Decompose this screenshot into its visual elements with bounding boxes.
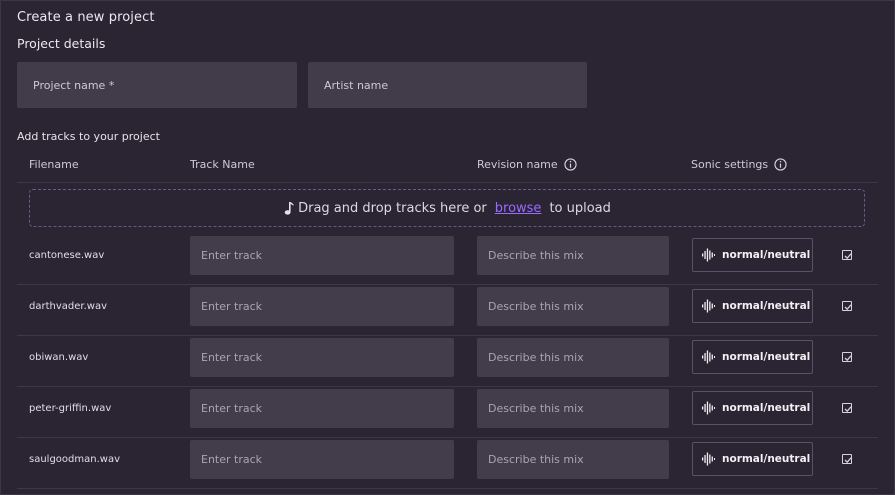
track-row: darthvader.wav Enter track Describe this… xyxy=(17,284,878,336)
artist-name-placeholder: Artist name xyxy=(324,78,389,92)
track-row: saulgoodman.wav Enter track Describe thi… xyxy=(17,437,878,489)
sonic-settings-button[interactable]: normal/neutral xyxy=(692,442,813,476)
track-name-input[interactable]: Enter track xyxy=(190,338,454,377)
sonic-settings-button[interactable]: normal/neutral xyxy=(692,391,813,425)
sonic-settings-button[interactable]: normal/neutral xyxy=(692,289,813,323)
waveform-icon xyxy=(702,299,715,313)
track-name-placeholder: Enter track xyxy=(201,249,263,262)
artist-name-field[interactable]: Artist name xyxy=(308,62,587,108)
browse-link[interactable]: browse xyxy=(495,201,542,216)
track-name-placeholder: Enter track xyxy=(201,402,263,415)
info-icon[interactable] xyxy=(564,158,577,171)
sonic-settings-label: normal/neutral xyxy=(722,453,811,465)
revision-name-placeholder: Describe this mix xyxy=(488,453,584,466)
sonic-settings-label: normal/neutral xyxy=(722,300,811,312)
dropzone-text: Drag and drop tracks here or xyxy=(298,200,487,216)
waveform-icon xyxy=(702,401,715,415)
revision-name-placeholder: Describe this mix xyxy=(488,249,584,262)
waveform-icon xyxy=(702,452,715,466)
track-row: obiwan.wav Enter track Describe this mix… xyxy=(17,335,878,387)
header-filename: Filename xyxy=(29,158,79,171)
revision-name-placeholder: Describe this mix xyxy=(488,402,584,415)
track-filename: darthvader.wav xyxy=(29,301,107,312)
revision-name-input[interactable]: Describe this mix xyxy=(477,287,669,326)
tracks-heading: Add tracks to your project xyxy=(17,130,160,143)
track-name-placeholder: Enter track xyxy=(201,351,263,364)
track-name-input[interactable]: Enter track xyxy=(190,389,454,428)
checkbox-icon[interactable] xyxy=(842,352,852,362)
revision-name-input[interactable]: Describe this mix xyxy=(477,338,669,377)
track-row: cantonese.wav Enter track Describe this … xyxy=(17,233,878,285)
music-note-icon xyxy=(284,201,294,215)
track-name-placeholder: Enter track xyxy=(201,453,263,466)
checkbox-icon[interactable] xyxy=(842,454,852,464)
dropzone-text-after: to upload xyxy=(549,200,611,216)
page-title: Create a new project xyxy=(17,10,155,25)
waveform-icon xyxy=(702,350,715,364)
sonic-settings-label: normal/neutral xyxy=(722,351,811,363)
sonic-settings-button[interactable]: normal/neutral xyxy=(692,238,813,272)
track-name-placeholder: Enter track xyxy=(201,300,263,313)
waveform-icon xyxy=(702,248,715,262)
revision-name-placeholder: Describe this mix xyxy=(488,351,584,364)
track-filename: cantonese.wav xyxy=(29,250,105,261)
track-filename: saulgoodman.wav xyxy=(29,454,120,465)
track-name-input[interactable]: Enter track xyxy=(190,440,454,479)
header-divider xyxy=(17,182,878,183)
checkbox-icon[interactable] xyxy=(842,250,852,260)
track-row: peter-griffin.wav Enter track Describe t… xyxy=(17,386,878,438)
header-sonic-settings: Sonic settings xyxy=(691,158,787,171)
sonic-settings-label: normal/neutral xyxy=(722,249,811,261)
dropzone[interactable]: Drag and drop tracks here or browse to u… xyxy=(29,189,865,227)
checkbox-icon[interactable] xyxy=(842,403,852,413)
checkbox-icon[interactable] xyxy=(842,301,852,311)
track-name-input[interactable]: Enter track xyxy=(190,287,454,326)
revision-name-input[interactable]: Describe this mix xyxy=(477,389,669,428)
revision-name-input[interactable]: Describe this mix xyxy=(477,236,669,275)
header-revision-name: Revision name xyxy=(477,158,577,171)
revision-name-input[interactable]: Describe this mix xyxy=(477,440,669,479)
project-details-heading: Project details xyxy=(17,36,106,51)
project-name-field[interactable]: Project name * xyxy=(17,62,297,108)
info-icon[interactable] xyxy=(774,158,787,171)
header-track-name: Track Name xyxy=(190,158,255,171)
track-filename: obiwan.wav xyxy=(29,352,89,363)
revision-name-placeholder: Describe this mix xyxy=(488,300,584,313)
track-filename: peter-griffin.wav xyxy=(29,403,112,414)
sonic-settings-button[interactable]: normal/neutral xyxy=(692,340,813,374)
sonic-settings-label: normal/neutral xyxy=(722,402,811,414)
project-name-placeholder: Project name * xyxy=(33,78,115,92)
track-name-input[interactable]: Enter track xyxy=(190,236,454,275)
